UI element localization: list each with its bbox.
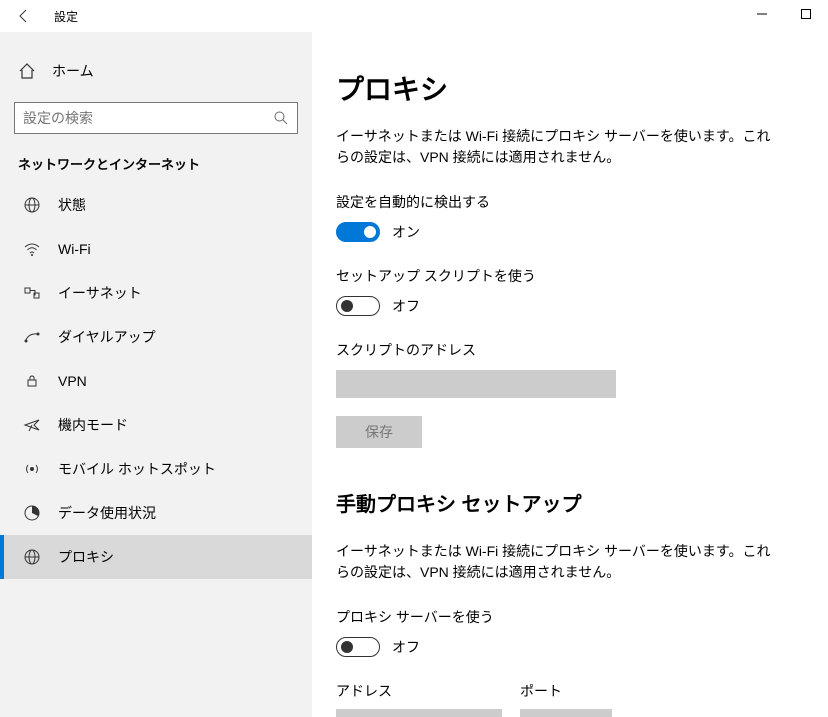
manual-proxy-description: イーサネットまたは Wi-Fi 接続にプロキシ サーバーを使います。これらの設定… bbox=[336, 541, 776, 583]
use-proxy-label: プロキシ サーバーを使う bbox=[336, 607, 800, 627]
script-address-input[interactable] bbox=[336, 370, 616, 398]
minimize-icon bbox=[757, 9, 767, 19]
maximize-icon bbox=[801, 9, 811, 19]
globe-icon bbox=[23, 548, 41, 566]
sidebar-item-label: データ使用状況 bbox=[58, 503, 156, 523]
use-proxy-toggle-row: オフ bbox=[336, 637, 800, 657]
titlebar: 設定 bbox=[0, 0, 828, 32]
sidebar-item-proxy[interactable]: プロキシ bbox=[0, 535, 312, 579]
sidebar-item-label: ダイヤルアップ bbox=[58, 327, 156, 347]
vpn-icon bbox=[23, 372, 41, 390]
data-usage-icon bbox=[23, 504, 41, 522]
window-controls bbox=[740, 0, 828, 28]
category-header: ネットワークとインターネット bbox=[0, 134, 312, 183]
sidebar-item-status[interactable]: 状態 bbox=[0, 183, 312, 227]
setup-script-label: セットアップ スクリプトを使う bbox=[336, 266, 800, 286]
hotspot-icon bbox=[23, 460, 41, 478]
script-address-label: スクリプトのアドレス bbox=[336, 340, 800, 360]
home-label: ホーム bbox=[52, 61, 94, 81]
toggle-knob bbox=[364, 226, 376, 238]
dialup-icon bbox=[23, 328, 41, 346]
save-button[interactable]: 保存 bbox=[336, 416, 422, 448]
address-label: アドレス bbox=[336, 681, 502, 701]
sidebar-item-airplane[interactable]: 機内モード bbox=[0, 403, 312, 447]
sidebar-item-hotspot[interactable]: モバイル ホットスポット bbox=[0, 447, 312, 491]
auto-detect-toggle-state: オン bbox=[392, 222, 420, 242]
search-input[interactable] bbox=[23, 110, 273, 126]
sidebar-item-data-usage[interactable]: データ使用状況 bbox=[0, 491, 312, 535]
sidebar: ホーム ネットワークとインターネット 状態 Wi-Fi イーサネット ダイヤルア… bbox=[0, 32, 312, 717]
content-area: プロキシ イーサネットまたは Wi-Fi 接続にプロキシ サーバーを使います。こ… bbox=[312, 32, 828, 717]
home-button[interactable]: ホーム bbox=[0, 52, 312, 90]
address-port-row: アドレス ポート bbox=[336, 681, 800, 717]
sidebar-item-label: イーサネット bbox=[58, 283, 142, 303]
airplane-icon bbox=[23, 416, 41, 434]
search-box[interactable] bbox=[14, 102, 298, 134]
setup-script-toggle-row: オフ bbox=[336, 296, 800, 316]
search-icon bbox=[273, 110, 289, 126]
home-icon bbox=[18, 62, 36, 80]
wifi-icon bbox=[23, 240, 41, 258]
auto-detect-toggle[interactable] bbox=[336, 222, 380, 242]
address-input[interactable] bbox=[336, 709, 502, 717]
toggle-knob bbox=[341, 641, 353, 653]
sidebar-item-vpn[interactable]: VPN bbox=[0, 359, 312, 403]
auto-detect-label: 設定を自動的に検出する bbox=[336, 192, 800, 212]
manual-proxy-title: 手動プロキシ セットアップ bbox=[336, 488, 800, 517]
auto-detect-toggle-row: オン bbox=[336, 222, 800, 242]
body: ホーム ネットワークとインターネット 状態 Wi-Fi イーサネット ダイヤルア… bbox=[0, 32, 828, 717]
window-title: 設定 bbox=[54, 8, 78, 25]
back-button[interactable] bbox=[12, 4, 36, 28]
sidebar-item-label: モバイル ホットスポット bbox=[58, 459, 216, 479]
sidebar-item-ethernet[interactable]: イーサネット bbox=[0, 271, 312, 315]
maximize-button[interactable] bbox=[784, 0, 828, 28]
sidebar-item-label: 状態 bbox=[58, 195, 86, 215]
port-label: ポート bbox=[520, 681, 612, 701]
ethernet-icon bbox=[23, 284, 41, 302]
proxy-description: イーサネットまたは Wi-Fi 接続にプロキシ サーバーを使います。これらの設定… bbox=[336, 126, 776, 168]
use-proxy-toggle-state: オフ bbox=[392, 637, 420, 657]
sidebar-item-wifi[interactable]: Wi-Fi bbox=[0, 227, 312, 271]
page-title: プロキシ bbox=[336, 68, 800, 108]
sidebar-item-label: Wi-Fi bbox=[58, 241, 91, 257]
use-proxy-toggle[interactable] bbox=[336, 637, 380, 657]
sidebar-item-label: 機内モード bbox=[58, 415, 128, 435]
setup-script-toggle[interactable] bbox=[336, 296, 380, 316]
toggle-knob bbox=[341, 300, 353, 312]
globe-icon bbox=[23, 196, 41, 214]
setup-script-toggle-state: オフ bbox=[392, 296, 420, 316]
arrow-left-icon bbox=[16, 8, 32, 24]
minimize-button[interactable] bbox=[740, 0, 784, 28]
sidebar-item-label: VPN bbox=[58, 373, 87, 389]
sidebar-item-dialup[interactable]: ダイヤルアップ bbox=[0, 315, 312, 359]
sidebar-item-label: プロキシ bbox=[58, 547, 114, 567]
port-input[interactable] bbox=[520, 709, 612, 717]
